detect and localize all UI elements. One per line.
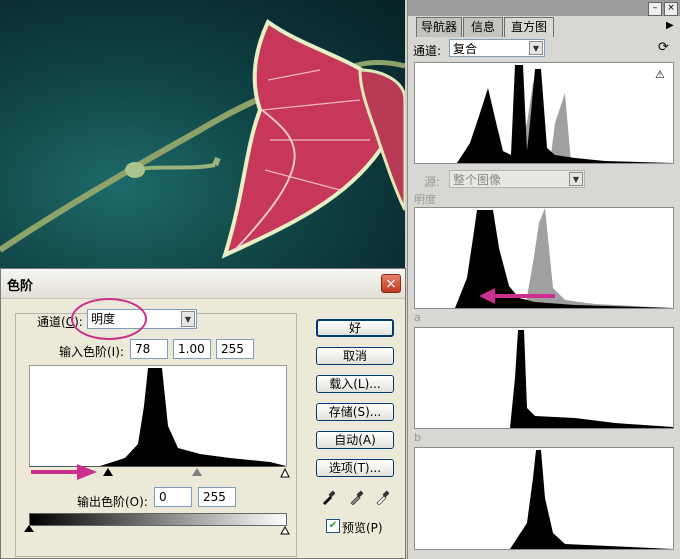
auto-button[interactable]: 自动(A) (316, 431, 394, 449)
source-select[interactable]: 整个图像 ▼ (449, 170, 585, 188)
check-icon: ✔ (328, 520, 338, 531)
channel-select[interactable]: 复合 ▼ (449, 39, 545, 57)
palette-titlebar[interactable]: – × (408, 0, 680, 16)
dialog-title: 色阶 (7, 279, 34, 294)
photo-canvas (0, 0, 405, 268)
source-label: 源: (424, 175, 441, 189)
output-black-field[interactable]: 0 (154, 487, 192, 507)
output-white-field[interactable]: 255 (198, 487, 236, 507)
minimize-icon[interactable]: – (648, 2, 662, 16)
input-gamma-slider[interactable] (192, 468, 202, 476)
chevron-down-icon: ▼ (181, 311, 195, 327)
gray-eyedropper-icon[interactable] (349, 489, 364, 508)
input-white-field[interactable]: 255 (216, 339, 254, 359)
cancel-button[interactable]: 取消 (316, 347, 394, 365)
tab-navigator[interactable]: 导航器 (416, 17, 462, 37)
highlight-ellipse-annotation (71, 298, 147, 340)
histogram-palette: – × 导航器 信息 直方图 ▶ 通道: 复合 ▼ ⟳ ⚠ 源: 整个图像 ▼ … (407, 0, 680, 559)
brightness-histogram-graph (455, 208, 673, 308)
composite-histogram: ⚠ (414, 62, 674, 164)
tab-label: 信息 (470, 20, 495, 34)
white-eyedropper-icon[interactable] (375, 489, 390, 508)
dialog-titlebar[interactable]: 色阶 × (1, 269, 405, 299)
b-section-label: b (414, 431, 421, 444)
input-levels-label: 输入色阶(I): (59, 345, 124, 359)
output-black-slider[interactable] (24, 525, 34, 532)
chevron-down-icon: ▼ (569, 172, 583, 186)
tab-info[interactable]: 信息 (463, 17, 503, 37)
channel-label-text: 通道( (37, 315, 66, 329)
chevron-down-icon: ▼ (529, 41, 543, 55)
a-section-label: a (414, 311, 421, 324)
brightness-section-label: 明度 (414, 193, 436, 206)
save-button[interactable]: 存储(S)... (316, 403, 394, 421)
output-levels-label: 输出色阶(O): (77, 495, 148, 509)
a-channel-histogram (414, 327, 674, 429)
palette-menu-icon[interactable]: ▶ (666, 20, 674, 31)
ok-button[interactable]: 好 (316, 319, 394, 337)
input-black-field[interactable]: 78 (130, 339, 168, 359)
source-value: 整个图像 (453, 173, 502, 187)
channel-label: 通道: (413, 44, 442, 58)
b-histogram-graph (510, 450, 673, 549)
options-button[interactable]: 选项(T)... (316, 459, 394, 477)
warning-icon: ⚠ (655, 68, 665, 81)
close-button[interactable]: × (381, 274, 401, 293)
arrow-annotation (31, 464, 97, 480)
a-histogram-graph (510, 330, 673, 428)
output-gradient-bar (29, 513, 287, 526)
b-channel-histogram (414, 447, 674, 550)
tab-label: 导航器 (420, 20, 457, 34)
input-black-slider[interactable] (103, 468, 113, 476)
output-white-slider[interactable] (280, 524, 290, 538)
leaf-photo (0, 18, 405, 259)
levels-dialog: 色阶 × 通道(C): 明度 ▼ 输入色阶(I): 78 1.00 255 输出… (0, 268, 406, 559)
levels-histogram (29, 365, 287, 467)
channel-value: 复合 (453, 42, 478, 56)
tab-label: 直方图 (510, 20, 547, 34)
levels-histogram-graph (100, 368, 286, 466)
brightness-histogram (414, 207, 674, 309)
close-icon[interactable]: × (664, 2, 678, 16)
preview-label: 预览(P) (342, 521, 383, 535)
composite-histogram-graph (457, 65, 673, 163)
input-gamma-field[interactable]: 1.00 (173, 339, 211, 359)
black-eyedropper-icon[interactable] (321, 489, 336, 508)
refresh-icon[interactable]: ⟳ (658, 40, 669, 55)
tab-histogram[interactable]: 直方图 (504, 17, 554, 37)
preview-checkbox[interactable]: ✔ (326, 519, 340, 533)
load-button[interactable]: 载入(L)... (316, 375, 394, 393)
input-white-slider[interactable] (280, 467, 290, 481)
